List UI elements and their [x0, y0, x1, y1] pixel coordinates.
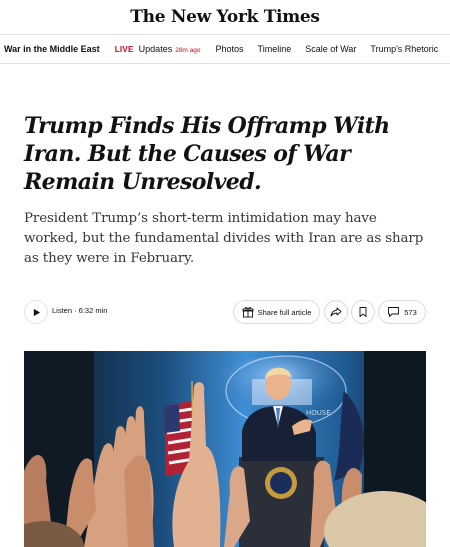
bookmark-icon	[359, 307, 367, 317]
comments-button[interactable]: 573	[378, 300, 426, 324]
gift-icon	[242, 307, 254, 318]
share-full-article-label: Share full article	[257, 307, 312, 317]
masthead: The New York Times	[0, 0, 450, 34]
subnav-link-scale-of-war[interactable]: Scale of War	[305, 44, 356, 54]
subnav-link-timeline[interactable]: Timeline	[258, 44, 292, 54]
nyt-logo[interactable]: The New York Times	[130, 7, 320, 27]
section-link-war-middle-east[interactable]: War in the Middle East	[4, 44, 100, 54]
seal-house-text: HOUSE	[306, 409, 331, 417]
subnav-link-photos[interactable]: Photos	[216, 44, 244, 54]
article-summary: President Trump’s short-term intimidatio…	[24, 211, 424, 266]
story-subnav: War in the Middle East LIVE Updates 28m …	[0, 34, 450, 64]
article-headline: Trump Finds His Offramp With Iran. But t…	[24, 113, 390, 195]
listen-play-button[interactable]	[24, 300, 48, 324]
updates-timestamp: 28m ago	[175, 47, 201, 54]
save-article-button[interactable]	[351, 300, 375, 324]
share-button[interactable]	[324, 300, 348, 324]
lead-photo-image: HOUSE	[24, 351, 426, 547]
listen-duration[interactable]: Listen · 6:32 min	[52, 306, 107, 315]
play-icon	[33, 308, 40, 316]
comments-count: 573	[404, 307, 417, 317]
subnav-link-trumps-rhetoric[interactable]: Trump's Rhetoric	[370, 44, 438, 54]
comment-icon	[388, 307, 400, 317]
lead-photo[interactable]: HOUSE	[24, 351, 426, 547]
updates-label: Updates	[138, 44, 173, 54]
live-updates-link[interactable]: LIVE Updates 28m ago	[115, 44, 201, 54]
share-full-article-button[interactable]: Share full article	[233, 300, 320, 324]
share-arrow-icon	[330, 307, 342, 317]
live-badge: LIVE	[114, 45, 134, 54]
article-toolbar: Listen · 6:32 min Share full article 573	[24, 299, 428, 325]
